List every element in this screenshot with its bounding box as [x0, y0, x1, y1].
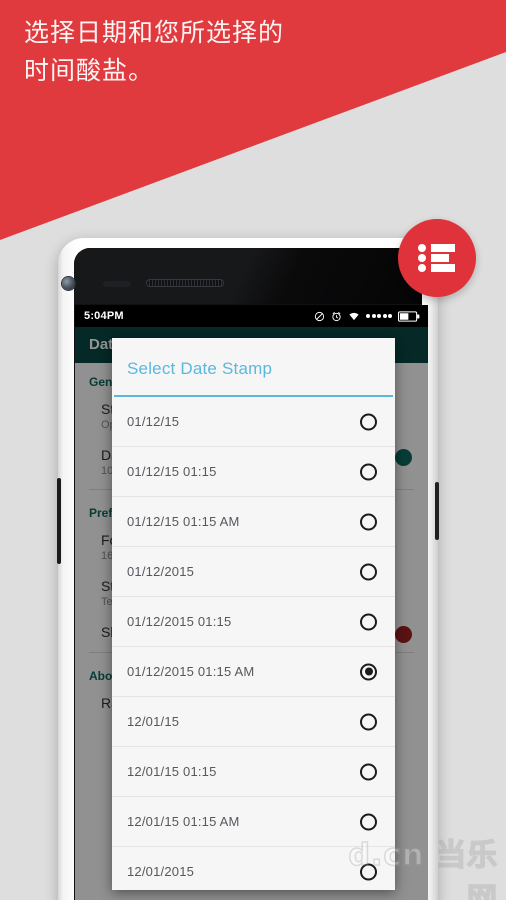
date-format-option-row[interactable]: 12/01/2015 [112, 847, 395, 890]
date-format-option-row[interactable]: 12/01/15 [112, 697, 395, 747]
radio-button[interactable] [360, 613, 377, 630]
radio-button[interactable] [360, 413, 377, 430]
screenshot-root: 选择日期和您所选择的 时间酸盐。 5:04PM Date 16 About Se… [0, 0, 506, 900]
date-format-option-label: 01/12/15 01:15 AM [127, 514, 240, 529]
phone-screen: 5:04PM Date 16 About Select Date Stamp 0… [75, 305, 428, 900]
date-format-option-label: 01/12/15 [127, 414, 180, 429]
mute-icon [314, 311, 325, 322]
promo-headline: 选择日期和您所选择的 时间酸盐。 [24, 18, 285, 85]
date-format-option-row[interactable]: 01/12/2015 01:15 [112, 597, 395, 647]
radio-button[interactable] [360, 563, 377, 580]
date-format-option-label: 01/12/2015 01:15 AM [127, 664, 255, 679]
date-format-option-label: 12/01/15 01:15 [127, 764, 217, 779]
status-bar: 5:04PM [75, 305, 428, 327]
radio-button[interactable] [360, 863, 377, 880]
radio-button[interactable] [360, 813, 377, 830]
bulleted-list-icon [417, 242, 457, 274]
radio-button-selected[interactable] [360, 663, 377, 680]
date-format-option-label: 01/12/2015 01:15 [127, 614, 232, 629]
list-fab-button[interactable] [398, 219, 476, 297]
radio-button[interactable] [360, 763, 377, 780]
date-format-option-row[interactable]: 01/12/15 01:15 [112, 447, 395, 497]
status-bar-icons [314, 310, 420, 322]
phone-bezel-sheen [74, 248, 422, 304]
date-format-option-label: 12/01/2015 [127, 864, 195, 879]
date-format-option-row[interactable]: 01/12/15 [112, 397, 395, 447]
select-date-stamp-dialog: Select Date Stamp 01/12/15 01/12/15 01:15… [112, 338, 395, 890]
date-format-option-label: 01/12/2015 [127, 564, 195, 579]
date-format-option-row[interactable]: 01/12/2015 [112, 547, 395, 597]
front-camera-icon [62, 277, 75, 290]
radio-button[interactable] [360, 463, 377, 480]
date-format-option-row[interactable]: 01/12/15 01:15 AM [112, 497, 395, 547]
date-format-option-row[interactable]: 12/01/15 01:15 [112, 747, 395, 797]
radio-button[interactable] [360, 513, 377, 530]
battery-icon [398, 310, 420, 322]
volume-button[interactable] [57, 478, 61, 564]
dialog-title: Select Date Stamp [112, 338, 395, 395]
radio-button[interactable] [360, 713, 377, 730]
signal-dots-icon [366, 314, 392, 318]
date-format-option-row[interactable]: 12/01/15 01:15 AM [112, 797, 395, 847]
date-format-option-label: 12/01/15 01:15 AM [127, 814, 240, 829]
wifi-icon [348, 311, 360, 322]
earpiece-speaker-icon [146, 279, 224, 287]
date-format-option-label: 01/12/15 01:15 [127, 464, 217, 479]
date-format-option-label: 12/01/15 [127, 714, 180, 729]
date-format-option-row[interactable]: 01/12/2015 01:15 AM [112, 647, 395, 697]
date-format-option-list[interactable]: 01/12/15 01/12/15 01:15 01/12/15 01:15 AM 0… [112, 397, 395, 890]
status-bar-clock: 5:04PM [84, 310, 124, 322]
proximity-sensor-icon [103, 281, 131, 287]
power-button[interactable] [435, 482, 439, 540]
alarm-icon [331, 311, 342, 322]
